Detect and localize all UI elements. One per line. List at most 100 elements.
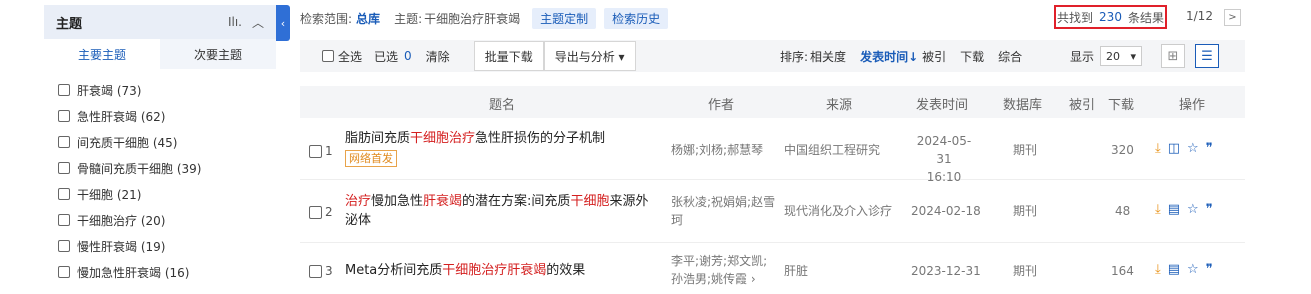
sort-options: 排序: 相关度 发表时间↓ 被引 下载 综合	[780, 48, 1036, 65]
source-cell[interactable]: 现代消化及介入诊疗	[784, 202, 892, 220]
row-number: 2	[325, 205, 333, 219]
tab-primary-topic[interactable]: 主要主题	[44, 39, 160, 69]
star-icon[interactable]: ☆	[1187, 262, 1199, 277]
author-cell[interactable]: 张秋凌;祝娟娟;赵雪珂	[671, 193, 779, 229]
sort-label: 排序:	[780, 49, 809, 64]
header-title: 题名	[489, 98, 516, 113]
search-history-button[interactable]: 检索历史	[604, 7, 669, 29]
article-title[interactable]: 治疗慢加急性肝衰竭的潜在方案:间充质干细胞来源外泌体	[345, 192, 657, 230]
batch-download-button[interactable]: 批量下载	[473, 41, 544, 71]
topic-item[interactable]: 肝衰竭 (73)	[44, 77, 276, 103]
tab-secondary-topic[interactable]: 次要主题	[160, 39, 276, 69]
header-ops: 操作	[1179, 98, 1206, 113]
star-icon[interactable]: ☆	[1187, 141, 1199, 156]
download-icon[interactable]: ⤓	[1155, 202, 1161, 217]
html-read-icon[interactable]: ▤	[1168, 262, 1180, 277]
checkbox[interactable]	[58, 136, 70, 148]
sort-date[interactable]: 发表时间↓	[860, 48, 918, 65]
title-highlight: 肝衰竭	[423, 194, 463, 209]
result-number: 230	[1099, 10, 1122, 24]
topic-item[interactable]: 骨髓间充质干细胞 (39)	[44, 155, 276, 181]
row-select[interactable]: 2	[309, 205, 333, 219]
next-page-button[interactable]: >	[1224, 9, 1241, 26]
topic-item[interactable]: 间充质干细胞 (45)	[44, 129, 276, 155]
author-cell[interactable]: 杨娜;刘杨;郝慧琴	[671, 141, 763, 159]
select-all-checkbox[interactable]	[322, 50, 334, 62]
star-icon[interactable]: ☆	[1187, 202, 1199, 217]
article-title[interactable]: 脂肪间充质干细胞治疗急性肝损伤的分子机制 网络首发	[345, 129, 657, 168]
scope-label: 检索范围:	[300, 11, 353, 26]
download-cell: 164	[1111, 264, 1134, 278]
html-read-icon[interactable]: ▤	[1168, 202, 1180, 217]
topic-item[interactable]: 干细胞 (21)	[44, 181, 276, 207]
sort-relevance[interactable]: 相关度	[810, 48, 846, 65]
topic-item[interactable]: 干细胞治疗 (20)	[44, 207, 276, 233]
topic-label: 干细胞治疗 (20)	[77, 213, 166, 228]
sort-overall[interactable]: 综合	[998, 48, 1022, 65]
topic-label: 肝衰竭 (73)	[77, 83, 142, 98]
sort-cited[interactable]: 被引	[922, 48, 946, 65]
title-text: 慢加急性	[371, 194, 424, 209]
table-header: 题名 作者 来源 发表时间 数据库 被引 下载 操作	[300, 86, 1245, 118]
checkbox[interactable]	[309, 144, 322, 158]
checkbox[interactable]	[309, 205, 322, 219]
topic-item[interactable]: 急性肝衰竭 (62)	[44, 103, 276, 129]
quote-icon[interactable]: ❞	[1206, 202, 1213, 217]
title-highlight: 治疗	[345, 194, 372, 209]
list-view-icon[interactable]: ☰	[1195, 44, 1219, 68]
topic-label: 慢加急性肝衰竭 (16)	[77, 265, 190, 280]
online-first-badge: 网络首发	[345, 150, 397, 167]
checkbox[interactable]	[58, 240, 70, 252]
row-number: 3	[325, 264, 333, 278]
article-title[interactable]: Meta分析间充质干细胞治疗肝衰竭的效果	[345, 261, 657, 280]
result-prefix: 共找到	[1057, 10, 1094, 25]
topic-sidebar: 主题 Ilı. ︿ 主要主题 次要主题 肝衰竭 (73) 急性肝衰竭 (62) …	[44, 5, 276, 287]
row-select[interactable]: 3	[309, 264, 333, 278]
sidebar-tabs: 主要主题 次要主题	[44, 39, 276, 69]
page-indicator: 1/12	[1186, 9, 1213, 23]
scope-db-link[interactable]: 总库	[356, 10, 380, 27]
checkbox[interactable]	[58, 84, 70, 96]
clear-button[interactable]: 清除	[426, 48, 450, 65]
page-size-select[interactable]: 20 ▾	[1100, 46, 1143, 66]
download-icon[interactable]: ⤓	[1155, 262, 1161, 277]
download-icon[interactable]: ⤓	[1155, 141, 1161, 156]
read-icon[interactable]: ◫	[1168, 141, 1180, 156]
checkbox[interactable]	[58, 266, 70, 278]
author-cell[interactable]: 李平;谢芳;郑文凯; 孙浩男;姚传霞 ›	[671, 252, 767, 288]
header-source: 来源	[826, 98, 853, 113]
chevron-up-icon[interactable]: ︿	[252, 14, 264, 31]
grid-view-icon[interactable]: ⊞	[1161, 44, 1185, 68]
checkbox[interactable]	[58, 110, 70, 122]
topic-item[interactable]: 慢加急性肝衰竭 (16)	[44, 259, 276, 285]
export-analysis-button[interactable]: 导出与分析 ▾	[543, 41, 636, 71]
date-cell: 2024-02-18	[911, 204, 981, 218]
download-cell: 320	[1111, 143, 1134, 157]
topic-item[interactable]: 慢性肝衰竭 (19)	[44, 233, 276, 259]
header-author: 作者	[708, 98, 735, 113]
topic-custom-button[interactable]: 主题定制	[532, 7, 597, 29]
header-date: 发表时间	[916, 98, 969, 113]
quote-icon[interactable]: ❞	[1206, 141, 1213, 156]
show-label: 显示	[1070, 49, 1095, 64]
chevron-left-icon[interactable]: ‹	[276, 5, 290, 41]
date-value: 2024-05-31	[916, 134, 972, 166]
topic-label: 主题:	[394, 11, 423, 26]
topic-list: 肝衰竭 (73) 急性肝衰竭 (62) 间充质干细胞 (45) 骨髓间充质干细胞…	[44, 69, 276, 285]
bar-chart-icon[interactable]: Ilı.	[228, 15, 242, 29]
row-select[interactable]: 1	[309, 144, 333, 158]
quote-icon[interactable]: ❞	[1206, 262, 1213, 277]
source-cell[interactable]: 中国组织工程研究	[784, 141, 880, 159]
checkbox[interactable]	[58, 188, 70, 200]
checkbox[interactable]	[58, 214, 70, 226]
checkbox[interactable]	[58, 162, 70, 174]
sidebar-header: 主题 Ilı. ︿	[44, 5, 276, 39]
table-row: 1 脂肪间充质干细胞治疗急性肝损伤的分子机制 网络首发 杨娜;刘杨;郝慧琴 中国…	[300, 120, 1245, 184]
checkbox[interactable]	[309, 264, 322, 278]
header-cited: 被引	[1069, 98, 1096, 113]
select-all-label[interactable]: 全选	[338, 48, 362, 65]
source-cell[interactable]: 肝脏	[784, 262, 808, 280]
row-operations: ⤓ ▤ ☆ ❞	[1155, 202, 1213, 217]
sort-download[interactable]: 下载	[960, 48, 984, 65]
author-line: 孙浩男;姚传霞 ›	[671, 272, 756, 286]
